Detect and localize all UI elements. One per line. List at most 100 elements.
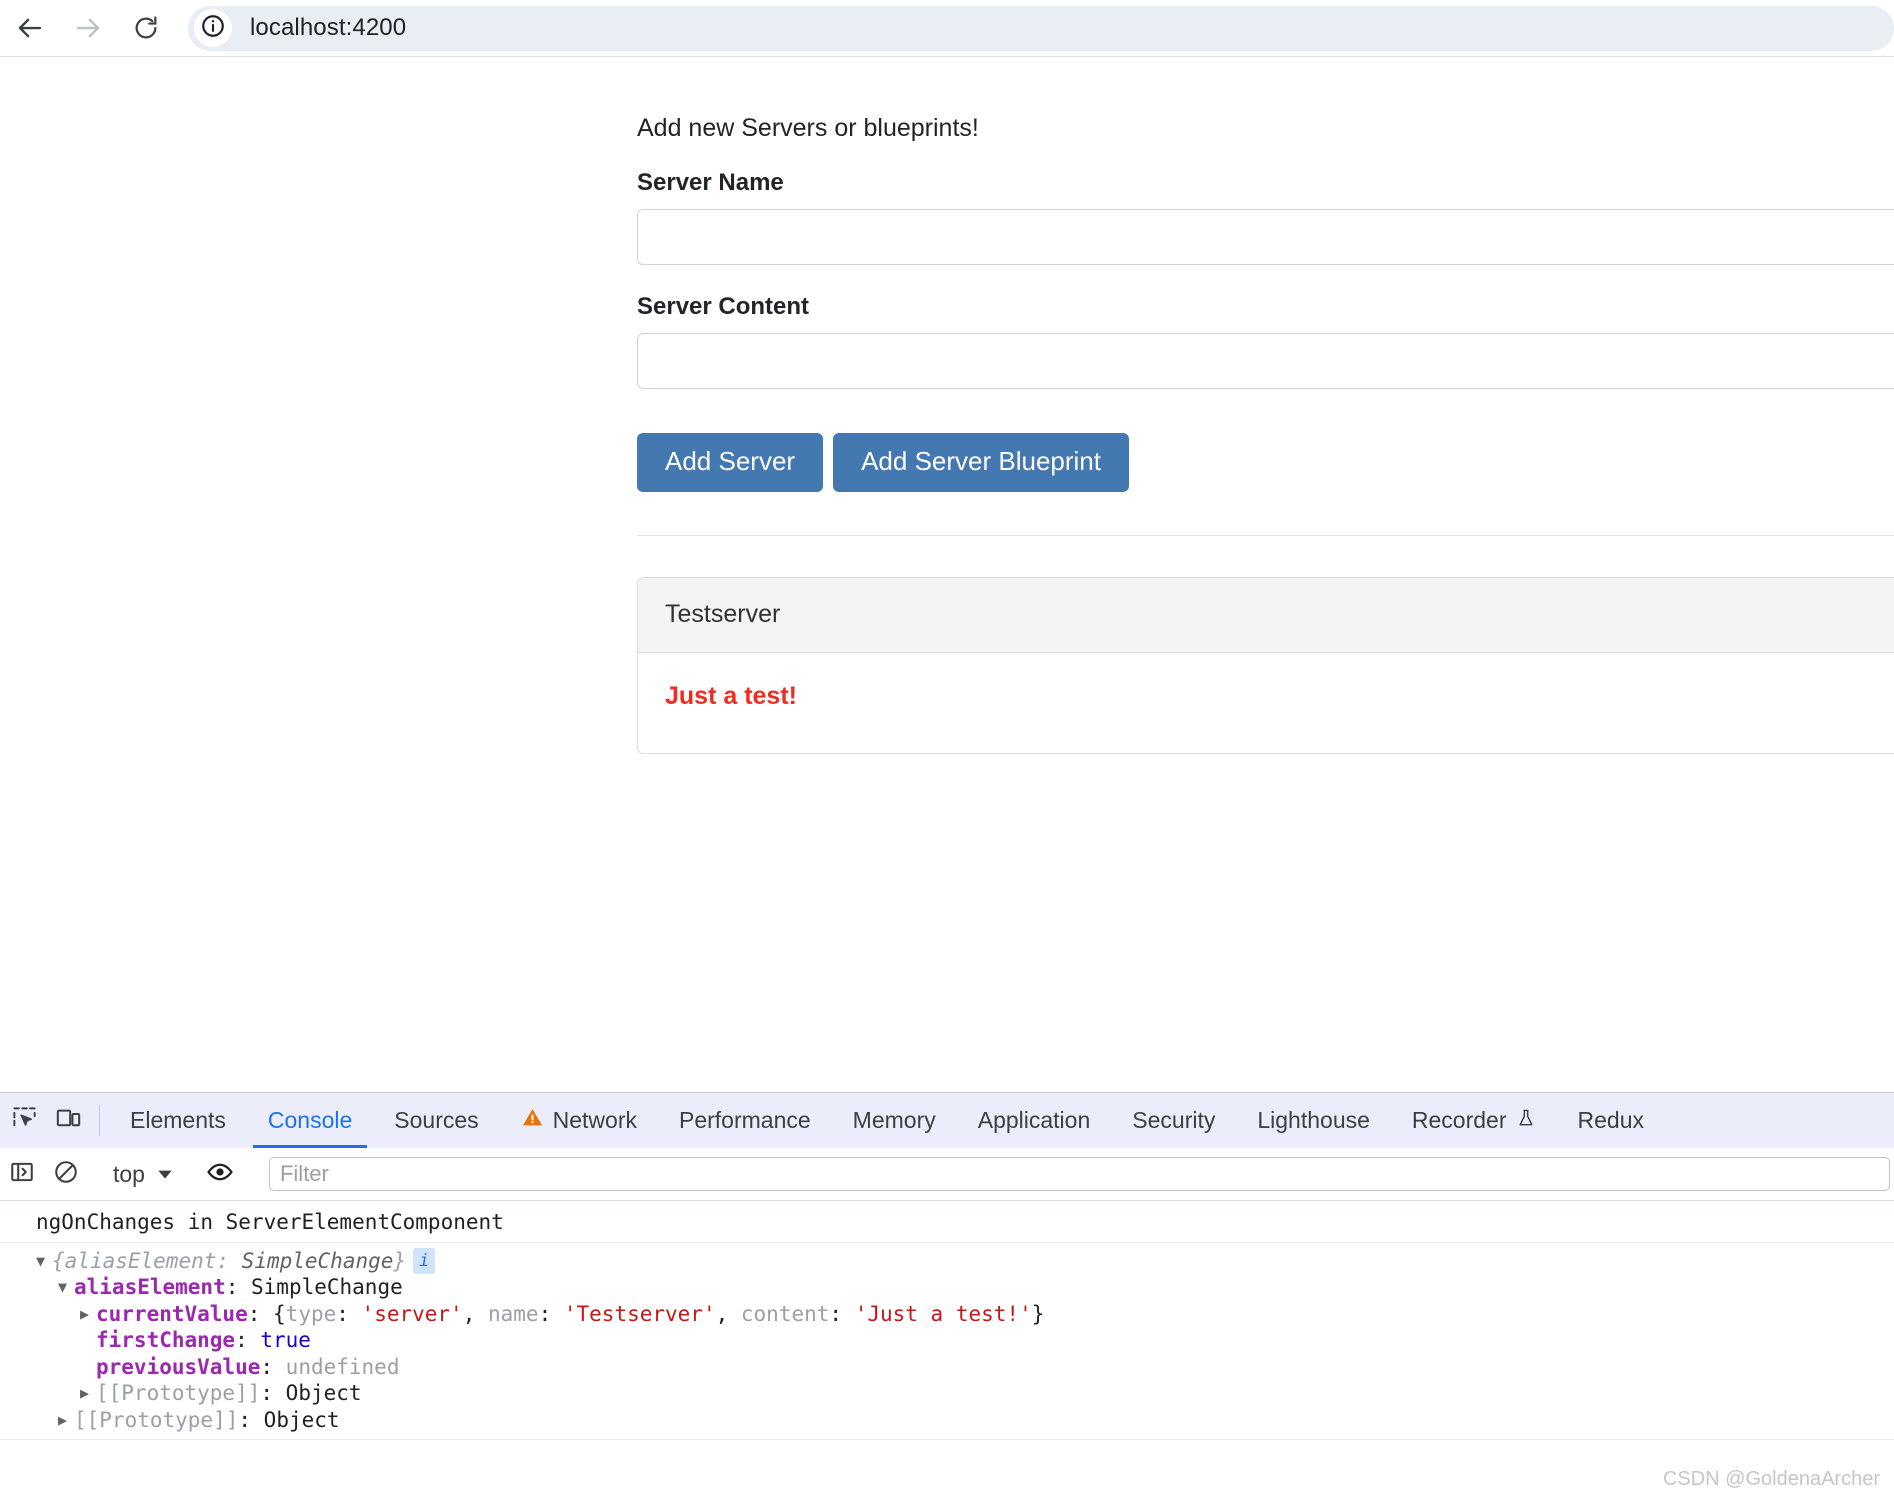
info-circle-icon (200, 13, 226, 44)
arrow-left-icon (15, 13, 45, 43)
tab-label: Sources (394, 1107, 479, 1133)
tab-recorder[interactable]: Recorder (1391, 1093, 1557, 1148)
object-property-row[interactable]: currentValue: {type: 'server', name: 'Te… (0, 1301, 1894, 1328)
tab-memory[interactable]: Memory (832, 1093, 957, 1148)
chevron-right-icon[interactable] (80, 1301, 96, 1328)
console-message-text: ngOnChanges in ServerElementComponent (36, 1210, 504, 1234)
prototype-sep: : (238, 1407, 264, 1432)
server-card-content: Just a test! (665, 682, 797, 711)
info-badge[interactable]: i (413, 1247, 436, 1274)
forward-button[interactable] (64, 4, 112, 52)
add-server-blueprint-button[interactable]: Add Server Blueprint (833, 432, 1129, 493)
prototype-value: Object (285, 1381, 362, 1405)
property-key: previousValue (96, 1354, 261, 1379)
tab-performance[interactable]: Performance (658, 1093, 832, 1148)
tab-console[interactable]: Console (247, 1093, 373, 1148)
property-sep: : (247, 1301, 274, 1326)
clear-console-icon (53, 1159, 79, 1190)
warning-triangle-icon (521, 1106, 544, 1135)
caret-down-icon (157, 1161, 173, 1188)
inner-sep: : (538, 1301, 564, 1326)
tab-security[interactable]: Security (1111, 1093, 1236, 1148)
device-toolbar-icon (55, 1105, 82, 1137)
inner-sep: : (829, 1301, 855, 1326)
property-key: firstChange (96, 1328, 236, 1352)
console-sidebar-icon (9, 1159, 35, 1190)
tab-application[interactable]: Application (957, 1093, 1112, 1148)
inspect-element-button[interactable] (2, 1093, 46, 1148)
server-name-input[interactable] (637, 208, 1894, 265)
console-filter-input[interactable] (268, 1157, 1890, 1191)
tab-label: Console (267, 1107, 353, 1133)
watermark: CSDN @GoldenaArcher (1662, 1467, 1880, 1490)
inner-key: type (285, 1301, 337, 1326)
inner-value: 'Just a test!' (854, 1301, 1032, 1326)
tab-elements[interactable]: Elements (109, 1093, 247, 1148)
site-info-button[interactable] (194, 9, 232, 47)
object-preview-row[interactable]: {aliasElement: SimpleChange}i (0, 1247, 1894, 1275)
live-expression-button[interactable] (198, 1158, 242, 1191)
console-output[interactable]: ngOnChanges in ServerElementComponent {a… (0, 1201, 1894, 1500)
reload-button[interactable] (122, 4, 170, 52)
chevron-down-icon[interactable] (36, 1248, 52, 1275)
object-preview-open: { (52, 1248, 65, 1273)
chevron-right-icon[interactable] (58, 1407, 74, 1434)
object-prototype-row[interactable]: [[Prototype]]: Object (0, 1407, 1894, 1434)
prototype-value: Object (263, 1407, 340, 1432)
property-value: true (260, 1328, 311, 1352)
page-title: Add new Servers or blueprints! (637, 114, 979, 142)
tab-lighthouse[interactable]: Lighthouse (1236, 1093, 1391, 1148)
inner-tail: , (715, 1301, 741, 1326)
server-name-label: Server Name (637, 169, 784, 196)
chevron-right-icon[interactable] (80, 1380, 96, 1407)
server-content-input[interactable] (637, 332, 1894, 389)
execution-context-label: top (113, 1160, 145, 1187)
reload-icon (132, 14, 160, 42)
server-content-label: Server Content (637, 292, 810, 320)
page-viewport: Add new Servers or blueprints! Server Na… (0, 58, 1894, 1092)
inner-key: name (488, 1301, 539, 1326)
arrow-right-icon (73, 13, 103, 43)
object-prototype-row[interactable]: [[Prototype]]: Object (0, 1380, 1894, 1407)
inner-tail: , (462, 1301, 488, 1326)
address-bar-url[interactable]: localhost:4200 (250, 14, 406, 42)
property-key: currentValue (96, 1301, 248, 1326)
property-key: aliasElement (74, 1275, 226, 1299)
tab-network[interactable]: Network (500, 1093, 658, 1148)
tab-redux[interactable]: Redux (1557, 1093, 1665, 1148)
tab-label: Redux (1577, 1107, 1644, 1133)
property-value: undefined (285, 1354, 400, 1379)
object-preview-key: aliasElement (64, 1248, 217, 1273)
console-object-log: {aliasElement: SimpleChange}i aliasEleme… (0, 1243, 1894, 1440)
form-actions: Add Server Add Server Blueprint (637, 389, 1894, 493)
server-card-body: Just a test! (638, 653, 1894, 753)
server-card: Testserver Just a test! (637, 577, 1894, 755)
server-card-title: Testserver (638, 578, 1894, 654)
tab-label: Elements (130, 1107, 226, 1133)
prototype-key: [[Prototype]] (74, 1407, 239, 1432)
execution-context-selector[interactable]: top (107, 1161, 179, 1188)
clear-console-button[interactable] (44, 1159, 88, 1190)
devtools-panel: Elements Console Sources Network Perform… (0, 1092, 1894, 1500)
tab-label: Lighthouse (1257, 1107, 1370, 1133)
add-server-button[interactable]: Add Server (637, 432, 824, 493)
address-bar[interactable]: localhost:4200 (188, 5, 1894, 51)
back-button[interactable] (6, 4, 54, 52)
chevron-down-icon[interactable] (58, 1274, 74, 1301)
inspect-element-icon (11, 1105, 38, 1137)
section-divider (637, 535, 1894, 537)
console-log-message: ngOnChanges in ServerElementComponent (0, 1201, 1894, 1243)
object-preview-close: } (393, 1248, 407, 1273)
live-expression-eye-icon (206, 1158, 234, 1191)
console-sidebar-button[interactable] (0, 1159, 44, 1190)
inner-key: content (740, 1301, 830, 1326)
tab-label: Application (977, 1107, 1091, 1133)
tab-label: Security (1132, 1107, 1216, 1133)
object-property-row[interactable]: aliasElement: SimpleChange (0, 1274, 1894, 1301)
tab-sources[interactable]: Sources (373, 1093, 499, 1148)
device-toolbar-button[interactable] (46, 1093, 90, 1148)
brace-close: } (1031, 1301, 1045, 1326)
brace-open: { (273, 1301, 286, 1326)
app-container: Add new Servers or blueprints! Server Na… (637, 58, 1894, 755)
prototype-sep: : (260, 1381, 286, 1405)
